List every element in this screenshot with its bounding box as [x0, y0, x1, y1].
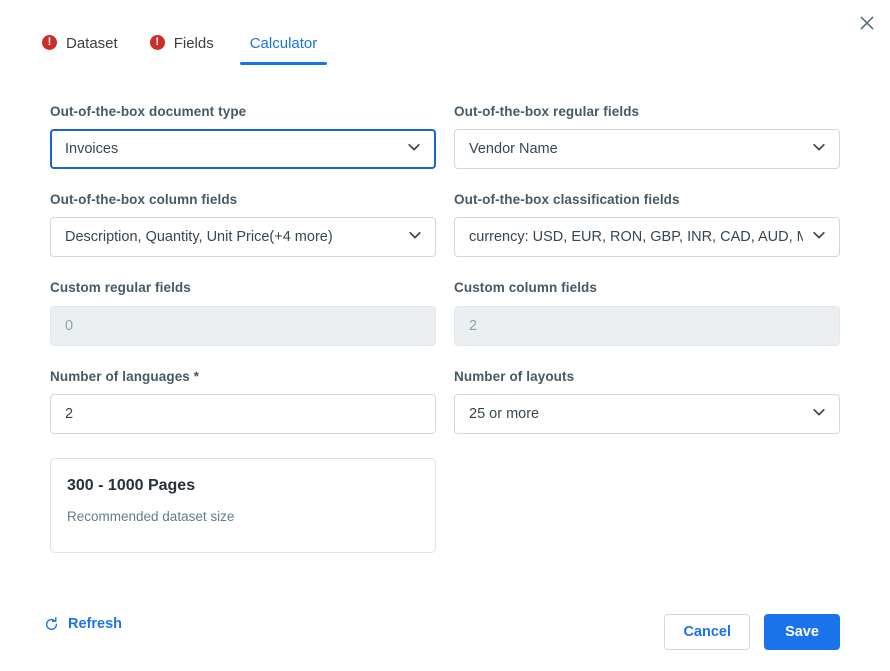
tab-bar: ! Dataset ! Fields Calculator [36, 36, 327, 65]
field-column-fields-label: Out-of-the-box column fields [50, 192, 436, 208]
field-column-fields: Out-of-the-box column fields Description… [50, 192, 436, 257]
tab-fields[interactable]: ! Fields [144, 36, 240, 65]
field-custom-regular-fields-label: Custom regular fields [50, 280, 436, 296]
custom-regular-fields-value: 0 [65, 318, 423, 334]
refresh-button[interactable]: Refresh [44, 616, 122, 632]
recommended-dataset-size-value: 300 - 1000 Pages [67, 477, 419, 495]
num-languages-input[interactable]: 2 [50, 394, 436, 434]
chevron-down-icon [811, 227, 827, 247]
chevron-down-icon [407, 227, 423, 247]
footer-actions: Cancel Save [664, 614, 840, 650]
custom-regular-fields-input: 0 [50, 306, 436, 346]
chevron-down-icon [406, 139, 422, 159]
error-badge-icon: ! [150, 35, 165, 50]
error-badge-icon: ! [42, 35, 57, 50]
classification-fields-value: currency: USD, EUR, RON, GBP, INR, CAD, … [469, 229, 803, 245]
field-custom-column-fields-label: Custom column fields [454, 280, 840, 296]
num-layouts-value: 25 or more [469, 406, 803, 422]
recommended-dataset-size-caption: Recommended dataset size [67, 510, 419, 525]
tab-dataset[interactable]: ! Dataset [36, 36, 144, 65]
regular-fields-value: Vendor Name [469, 141, 803, 157]
grid-spacer [454, 457, 840, 553]
chevron-down-icon [811, 404, 827, 424]
cancel-button[interactable]: Cancel [664, 614, 750, 650]
cancel-button-label: Cancel [683, 624, 731, 640]
chevron-down-icon [811, 139, 827, 159]
field-doc-type: Out-of-the-box document type Invoices [50, 104, 436, 169]
field-regular-fields-label: Out-of-the-box regular fields [454, 104, 840, 120]
field-custom-regular-fields: Custom regular fields 0 [50, 280, 436, 345]
classification-fields-select[interactable]: currency: USD, EUR, RON, GBP, INR, CAD, … [454, 217, 840, 257]
field-classification-fields-label: Out-of-the-box classification fields [454, 192, 840, 208]
tab-dataset-label: Dataset [66, 36, 118, 51]
custom-column-fields-value: 2 [469, 318, 827, 334]
column-fields-value: Description, Quantity, Unit Price(+4 mor… [65, 229, 399, 245]
refresh-label: Refresh [68, 616, 122, 632]
field-num-layouts: Number of layouts 25 or more [454, 369, 840, 434]
field-num-layouts-label: Number of layouts [454, 369, 840, 385]
column-fields-select[interactable]: Description, Quantity, Unit Price(+4 mor… [50, 217, 436, 257]
doc-type-value: Invoices [65, 141, 398, 157]
calculator-form: Out-of-the-box document type Invoices Ou… [50, 104, 840, 553]
close-dialog-button[interactable] [852, 8, 882, 38]
field-doc-type-label: Out-of-the-box document type [50, 104, 436, 120]
dialog-footer: Refresh Cancel Save [0, 595, 890, 671]
doc-type-select[interactable]: Invoices [50, 129, 436, 169]
active-tab-indicator [240, 62, 328, 65]
field-num-languages-label: Number of languages * [50, 369, 436, 385]
save-button-label: Save [785, 624, 819, 640]
field-custom-column-fields: Custom column fields 2 [454, 280, 840, 345]
recommended-dataset-size-card: 300 - 1000 Pages Recommended dataset siz… [50, 458, 436, 553]
refresh-icon [44, 617, 59, 632]
field-num-languages: Number of languages * 2 [50, 369, 436, 434]
field-regular-fields: Out-of-the-box regular fields Vendor Nam… [454, 104, 840, 169]
field-classification-fields: Out-of-the-box classification fields cur… [454, 192, 840, 257]
tab-calculator-label: Calculator [250, 36, 318, 51]
save-button[interactable]: Save [764, 614, 840, 650]
regular-fields-select[interactable]: Vendor Name [454, 129, 840, 169]
num-layouts-select[interactable]: 25 or more [454, 394, 840, 434]
tab-calculator[interactable]: Calculator [240, 36, 328, 65]
num-languages-value: 2 [65, 406, 423, 422]
custom-column-fields-input: 2 [454, 306, 840, 346]
tab-fields-label: Fields [174, 36, 214, 51]
close-icon [860, 16, 874, 30]
